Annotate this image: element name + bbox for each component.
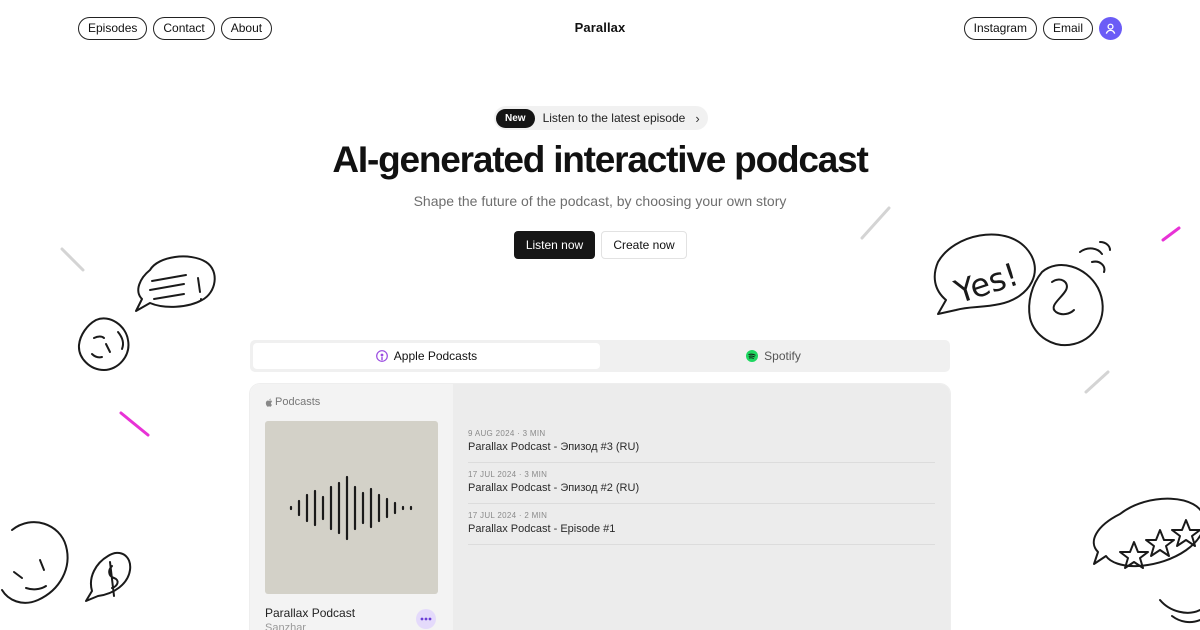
new-badge: New — [496, 108, 535, 128]
episode-row[interactable]: 9 AUG 2024 · 3 MIN Parallax Podcast - Эп… — [468, 422, 935, 463]
hero-subtitle: Shape the future of the podcast, by choo… — [413, 193, 787, 209]
tab-apple-podcasts[interactable]: Apple Podcasts — [253, 343, 600, 369]
spotify-icon — [746, 350, 759, 362]
latest-episode-text: Listen to the latest episode — [542, 111, 686, 125]
ellipsis-icon — [420, 617, 432, 621]
latest-episode-banner[interactable]: New Listen to the latest episode › — [494, 106, 708, 130]
chevron-right-icon: › — [695, 110, 700, 126]
episode-row[interactable]: 17 JUL 2024 · 2 MIN Parallax Podcast - E… — [468, 504, 935, 545]
podcasts-label: Podcasts — [275, 396, 321, 408]
yes-bubble-text: Yes! — [949, 255, 1023, 311]
more-options-button[interactable] — [416, 609, 436, 629]
instagram-link[interactable]: Instagram — [963, 17, 1037, 40]
episode-title: Parallax Podcast - Episode #1 — [468, 523, 616, 535]
podcast-sidebar: Podcasts Parallax Podcast Sanzhar — [250, 384, 453, 630]
create-now-button[interactable]: Create now — [601, 231, 687, 259]
episode-list-panel: 9 AUG 2024 · 3 MIN Parallax Podcast - Эп… — [453, 384, 950, 630]
episode-title: Parallax Podcast - Эпизод #3 (RU) — [468, 441, 640, 453]
tab-spotify-label: Spotify — [764, 349, 801, 363]
podcast-author[interactable]: Sanzhar — [265, 622, 306, 630]
apple-podcasts-brand: Podcasts — [265, 396, 320, 408]
podcast-cover-art[interactable] — [265, 421, 438, 594]
apple-logo-icon — [265, 398, 273, 407]
episode-list: 9 AUG 2024 · 3 MIN Parallax Podcast - Эп… — [468, 422, 935, 545]
tab-apple-podcasts-label: Apple Podcasts — [393, 349, 478, 363]
episode-meta: 9 AUG 2024 · 3 MIN — [468, 429, 546, 438]
user-icon — [1105, 23, 1116, 34]
podcast-embed: Podcasts Parallax Podcast Sanzhar 9 AUG … — [250, 384, 950, 630]
podcast-title[interactable]: Parallax Podcast — [265, 606, 355, 620]
hero-title: AI-generated interactive podcast — [332, 139, 868, 180]
user-avatar[interactable] — [1099, 17, 1122, 40]
tab-spotify[interactable]: Spotify — [600, 343, 947, 369]
platform-tabs: Apple Podcasts Spotify — [250, 340, 950, 372]
apple-podcasts-icon — [375, 350, 388, 362]
listen-now-button[interactable]: Listen now — [514, 231, 595, 259]
email-link[interactable]: Email — [1042, 17, 1093, 40]
episode-row[interactable]: 17 JUL 2024 · 3 MIN Parallax Podcast - Э… — [468, 463, 935, 504]
cta-row: Listen now Create now — [514, 231, 687, 259]
nav-right: Instagram Email — [963, 17, 1122, 40]
episode-meta: 17 JUL 2024 · 3 MIN — [468, 470, 548, 479]
episode-meta: 17 JUL 2024 · 2 MIN — [468, 511, 548, 520]
waveform-icon — [289, 475, 413, 541]
episode-title: Parallax Podcast - Эпизод #2 (RU) — [468, 482, 640, 494]
